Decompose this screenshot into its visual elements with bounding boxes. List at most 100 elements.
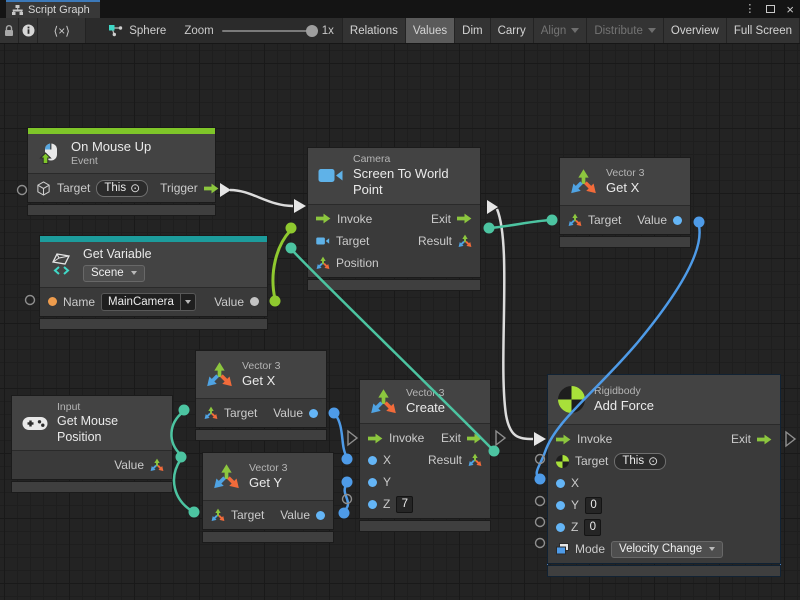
float-port-icon[interactable] (556, 523, 565, 532)
vector3-port-icon[interactable] (468, 453, 482, 467)
close-icon[interactable]: × (786, 3, 794, 16)
port-label-result: Result (418, 234, 452, 248)
port-label-target: Target (224, 406, 257, 420)
toolbar-button-values[interactable]: Values (406, 18, 455, 43)
port-row-z: Z 0 (548, 516, 780, 538)
node-footer (308, 280, 480, 290)
node-vector3-get-x-mid[interactable]: Vector 3 Get X Target Value (196, 351, 326, 440)
port-label-value: Value (114, 458, 144, 472)
float-port-icon[interactable] (368, 456, 377, 465)
port-row-y: Y (360, 471, 490, 493)
port-row-position: Position (308, 252, 480, 274)
node-vector3-create[interactable]: Vector 3 Create Invoke Exit X (360, 380, 490, 531)
toolbar-button-overview[interactable]: Overview (664, 18, 727, 43)
port-label-invoke: Invoke (337, 212, 372, 226)
port-row-target-result: Target Result (308, 230, 480, 252)
zoom-level-value: 1x (322, 25, 334, 37)
node-title: Add Force (594, 398, 654, 414)
zoom-control: Zoom 1x (176, 18, 342, 43)
vector3-icon (370, 388, 397, 415)
zoom-label: Zoom (184, 25, 213, 37)
camera-mini-icon[interactable] (316, 236, 330, 246)
z-value-input[interactable]: 0 (584, 519, 601, 536)
flow-arrow-icon[interactable] (467, 433, 482, 444)
node-category: Vector 3 (249, 462, 288, 475)
toolbar-button-carry[interactable]: Carry (491, 18, 534, 43)
node-vector3-get-x-right[interactable]: Vector 3 Get X Target Value (560, 158, 690, 247)
vector3-port-icon[interactable] (150, 458, 164, 472)
node-title: Screen To World Point (353, 166, 470, 199)
node-category: Event (71, 155, 151, 168)
vector3-port-icon[interactable] (211, 508, 225, 522)
float-port-icon[interactable] (556, 501, 565, 510)
flow-arrow-icon[interactable] (457, 213, 472, 224)
float-port-icon[interactable] (368, 500, 377, 509)
toolbar-button-full-screen[interactable]: Full Screen (727, 18, 800, 43)
port-row-mode: Mode Velocity Change (548, 538, 780, 560)
float-port-icon[interactable] (368, 478, 377, 487)
zoom-slider[interactable] (222, 30, 314, 32)
node-on-mouse-up[interactable]: On Mouse Up Event Target This⊙ (28, 128, 215, 215)
enum-port-icon[interactable] (556, 543, 569, 555)
port-label-mode: Mode (575, 542, 605, 556)
float-port-icon[interactable] (673, 216, 682, 225)
flow-arrow-icon[interactable] (316, 213, 331, 224)
target-self-chip[interactable]: This⊙ (614, 453, 666, 470)
vector3-port-icon[interactable] (568, 213, 582, 227)
chevron-down-icon (185, 300, 191, 304)
toolbar-button-align[interactable]: Align (534, 18, 588, 43)
port-label-exit: Exit (431, 212, 451, 226)
port-row-target: Target This⊙ (548, 450, 780, 472)
titlebar: Script Graph ⋮ × (0, 0, 800, 18)
port-row-y: Y 0 (548, 494, 780, 516)
vector3-port-icon[interactable] (204, 406, 218, 420)
node-screen-to-world-point[interactable]: Camera Screen To World Point Invoke Exit (308, 148, 480, 290)
rigidbody-mini-icon[interactable] (556, 455, 569, 468)
toolbar-button-dim[interactable]: Dim (455, 18, 490, 43)
node-footer (203, 532, 333, 542)
mode-dropdown[interactable]: Velocity Change (611, 541, 723, 558)
flow-arrow-icon[interactable] (204, 183, 219, 194)
float-port-icon[interactable] (556, 479, 565, 488)
node-get-variable[interactable]: Get Variable Scene Name MainCamera (40, 236, 267, 329)
toolbar-button-relations[interactable]: Relations (342, 18, 406, 43)
y-value-input[interactable]: 0 (585, 497, 602, 514)
maximize-icon[interactable] (766, 5, 775, 13)
flow-arrow-icon[interactable] (556, 434, 571, 445)
port-label-y: Y (383, 475, 391, 489)
vector3-port-icon[interactable] (316, 256, 330, 270)
flow-arrow-icon[interactable] (757, 434, 772, 445)
float-port-icon[interactable] (316, 511, 325, 520)
target-self-chip[interactable]: This⊙ (96, 180, 148, 197)
node-get-mouse-position[interactable]: Input Get Mouse Position Value (12, 396, 172, 492)
float-port-icon[interactable] (309, 409, 318, 418)
chevron-down-icon (571, 28, 579, 33)
variable-scope-dropdown[interactable]: Scene (83, 265, 145, 282)
lock-button[interactable] (0, 18, 19, 43)
tab-script-graph[interactable]: Script Graph (6, 0, 100, 18)
node-vector3-get-y[interactable]: Vector 3 Get Y Target Value (203, 453, 333, 542)
value-port-icon[interactable] (250, 297, 259, 306)
node-add-force[interactable]: Rigidbody Add Force Invoke Exit (548, 375, 780, 576)
target-circle-icon: ⊙ (130, 182, 140, 194)
vector3-port-icon[interactable] (458, 234, 472, 248)
port-row-target-value: Target Value (560, 209, 690, 231)
flow-arrow-icon[interactable] (368, 433, 383, 444)
port-label-target: Target (575, 454, 608, 468)
zoom-slider-handle[interactable] (306, 25, 318, 37)
port-row-z: Z 7 (360, 493, 490, 515)
toolbar-button-distribute[interactable]: Distribute (587, 18, 664, 43)
graph-canvas[interactable]: On Mouse Up Event Target This⊙ (0, 44, 800, 600)
port-row-name-value: Name MainCamera Value (40, 291, 267, 313)
zoom-to-fit-button[interactable]: ⟨×⟩ (38, 18, 86, 43)
z-value-input[interactable]: 7 (396, 496, 413, 513)
vector3-icon (206, 361, 233, 388)
kebab-menu-icon[interactable]: ⋮ (744, 4, 755, 15)
string-port-icon[interactable] (48, 297, 57, 306)
vector3-icon (570, 168, 597, 195)
info-icon (22, 24, 35, 37)
port-label-y: Y (571, 498, 579, 512)
variable-name-dropdown[interactable]: MainCamera (101, 293, 196, 311)
inspector-button[interactable] (19, 18, 38, 43)
port-row-target-trigger: Target This⊙ Trigger (28, 177, 215, 199)
